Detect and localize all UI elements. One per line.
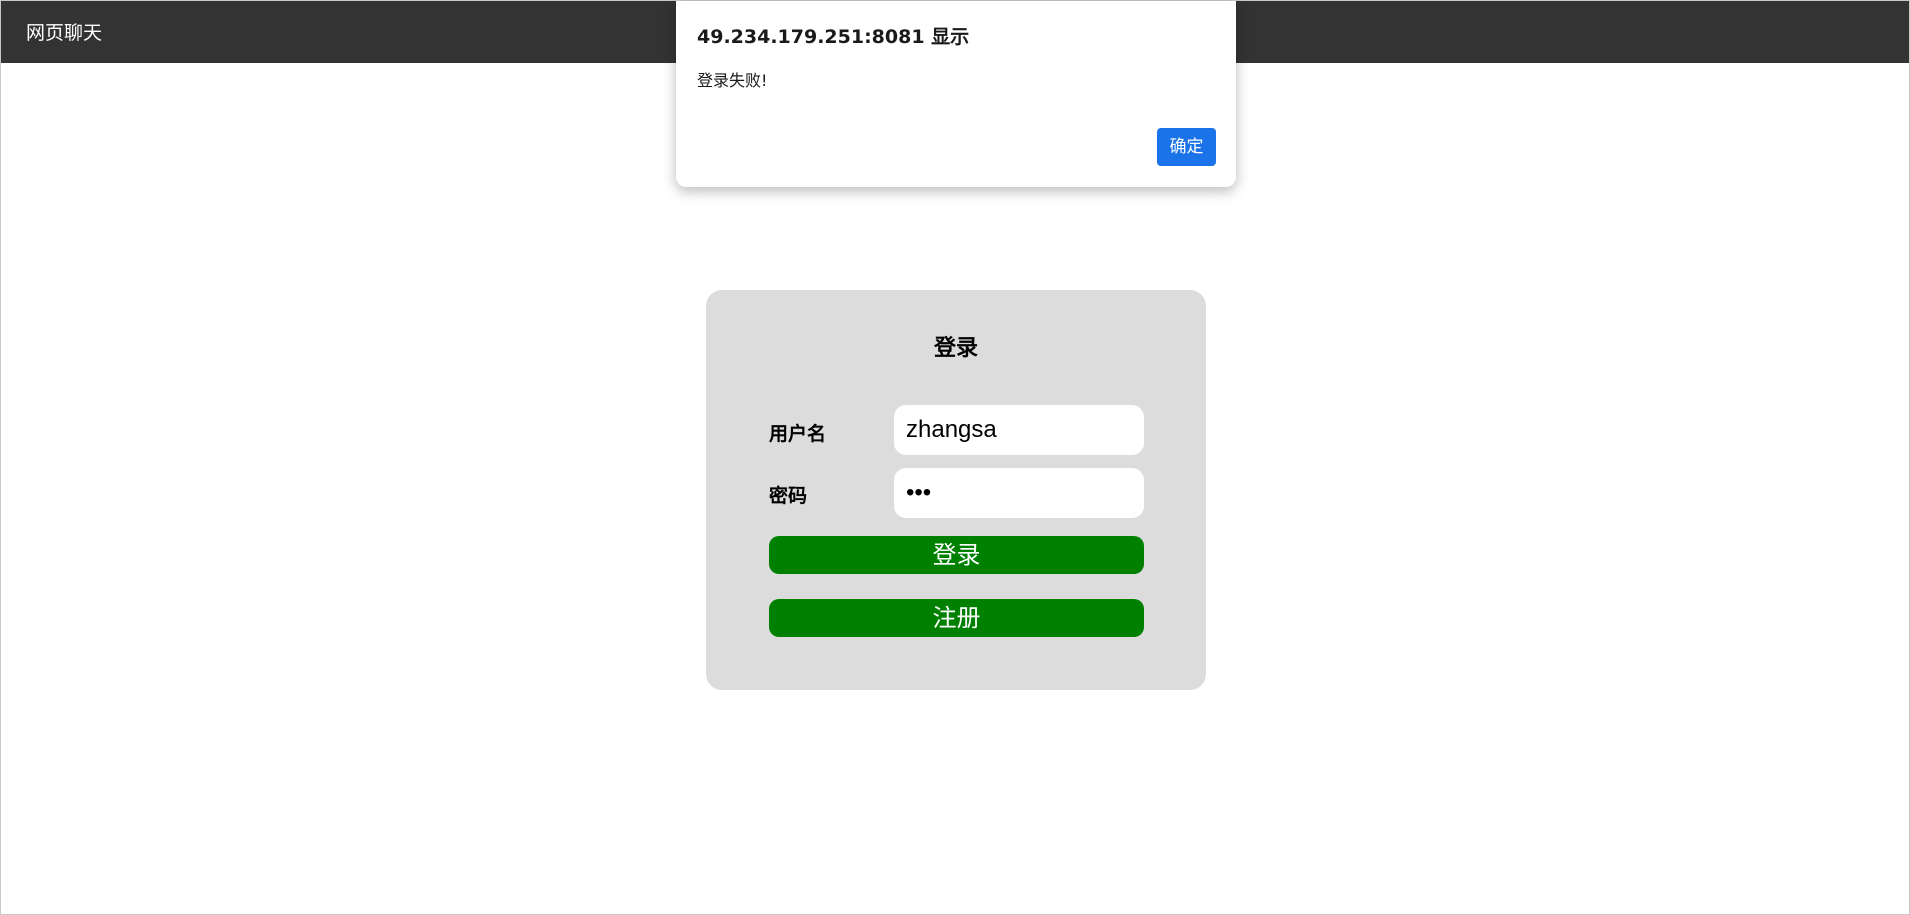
register-button[interactable]: 注册 bbox=[769, 599, 1144, 637]
alert-dialog: 49.234.179.251:8081 显示 登录失败! 确定 bbox=[676, 1, 1236, 187]
alert-message: 登录失败! bbox=[697, 71, 768, 90]
nav-title: 网页聊天 bbox=[26, 22, 103, 44]
page: 网页聊天 登录 用户名 密码 登录 注册 49.234.179.251:8081… bbox=[0, 0, 1910, 915]
alert-ok-button[interactable]: 确定 bbox=[1157, 128, 1216, 166]
alert-origin: 49.234.179.251:8081 显示 bbox=[697, 26, 970, 48]
login-card: 登录 用户名 密码 登录 注册 bbox=[706, 290, 1206, 690]
password-label: 密码 bbox=[769, 485, 808, 507]
login-button[interactable]: 登录 bbox=[769, 536, 1144, 574]
login-title: 登录 bbox=[933, 336, 978, 361]
username-label: 用户名 bbox=[769, 423, 827, 445]
username-input[interactable] bbox=[894, 405, 1144, 455]
password-input[interactable] bbox=[894, 468, 1144, 518]
